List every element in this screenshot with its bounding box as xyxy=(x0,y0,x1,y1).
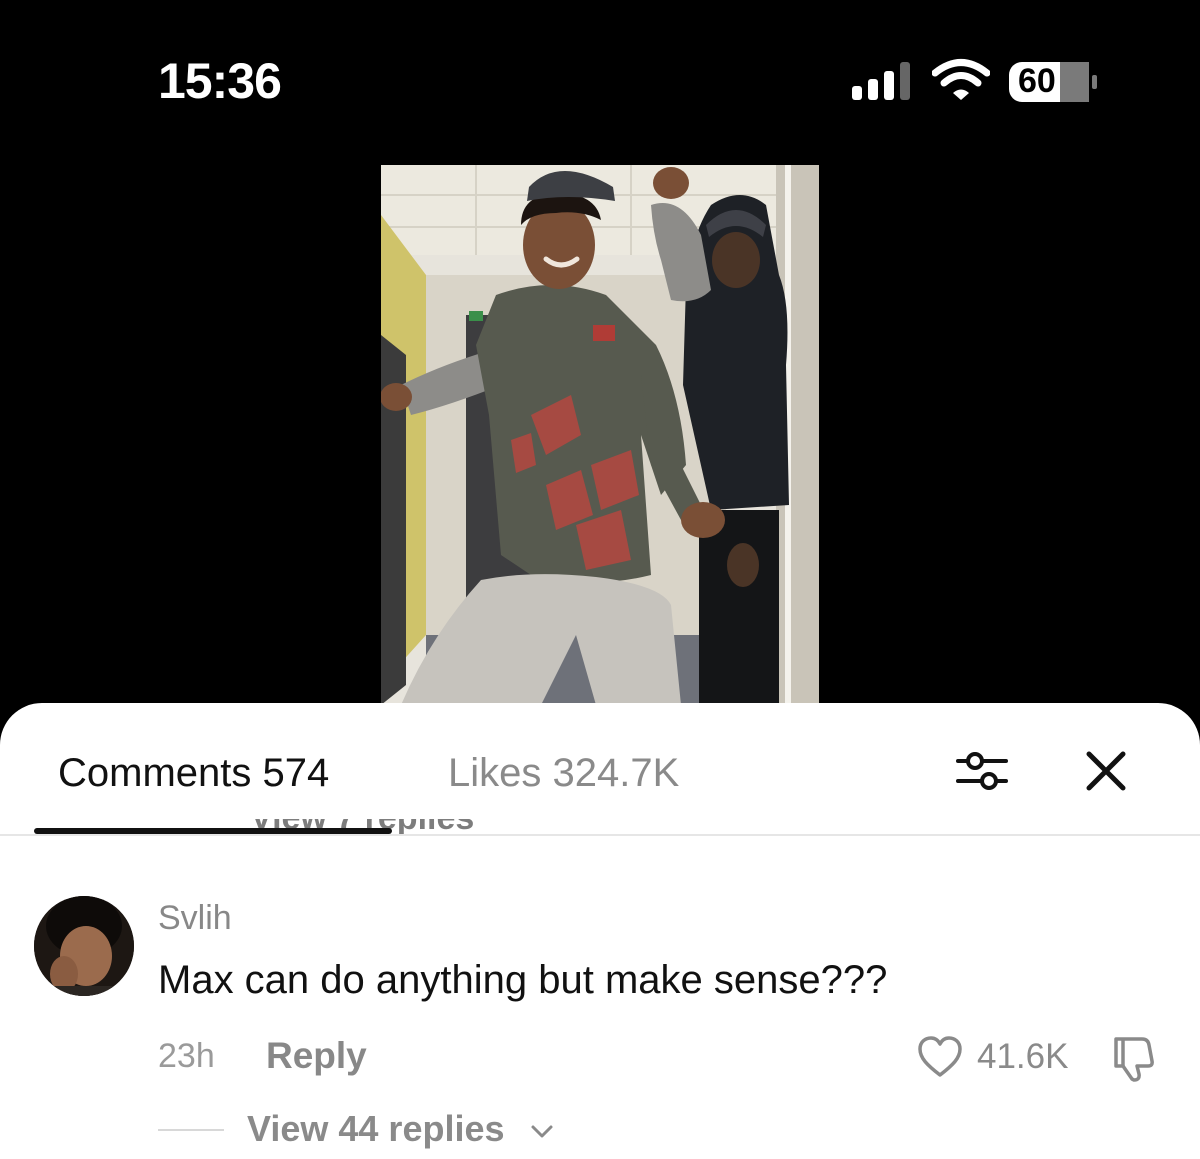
comment-text: Max can do anything but make sense??? xyxy=(158,958,888,1002)
status-bar: 15:36 60 xyxy=(0,0,1200,160)
tab-comments[interactable]: Comments 574 xyxy=(58,751,329,796)
chevron-down-icon[interactable] xyxy=(529,1120,555,1142)
dislike-icon[interactable] xyxy=(1108,1033,1158,1083)
tab-likes[interactable]: Likes 324.7K xyxy=(448,751,679,796)
replies-connector-line xyxy=(158,1129,224,1131)
signal-icon xyxy=(852,62,910,100)
tab-divider xyxy=(0,834,1200,836)
video-thumbnail xyxy=(381,165,819,705)
comments-sheet: View 7 replies Comments 574 Likes 324.7K… xyxy=(0,703,1200,1159)
reply-button[interactable]: Reply xyxy=(266,1035,367,1077)
filter-icon[interactable] xyxy=(955,747,1009,795)
status-time: 15:36 xyxy=(158,53,282,109)
wifi-icon xyxy=(932,59,990,100)
view-replies-button[interactable]: View 44 replies xyxy=(247,1108,505,1150)
comment-timestamp: 23h xyxy=(158,1037,215,1075)
battery-level: 60 xyxy=(1018,62,1056,100)
comment-username[interactable]: Svlih xyxy=(158,899,232,938)
battery-icon: 60 xyxy=(1008,60,1098,104)
avatar[interactable] xyxy=(34,896,134,996)
close-icon[interactable] xyxy=(1085,750,1127,792)
heart-icon[interactable] xyxy=(917,1035,963,1079)
like-count: 41.6K xyxy=(977,1037,1069,1076)
video-player[interactable] xyxy=(381,165,819,705)
